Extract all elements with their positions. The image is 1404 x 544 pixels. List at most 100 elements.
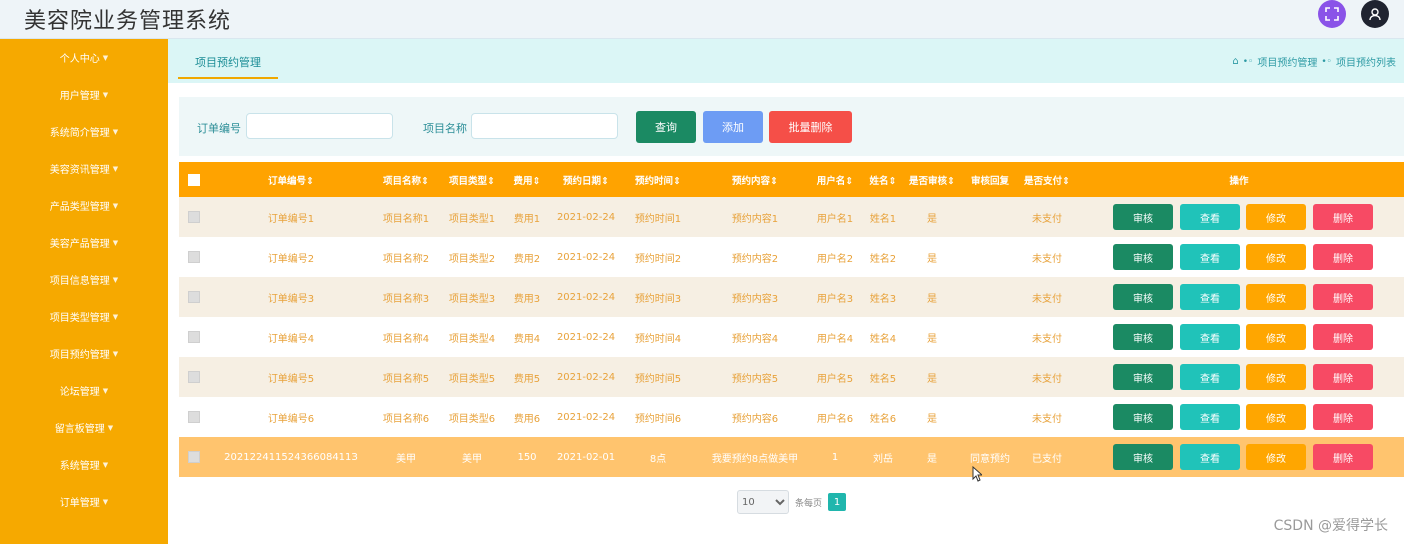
sidebar-item-beauty-products[interactable]: 美容产品管理 ▼ xyxy=(0,224,168,261)
header-audited[interactable]: 是否审核⇕ xyxy=(905,162,959,197)
cell-order-number: 20212241152436608411З xyxy=(224,451,358,463)
sidebar-item-system[interactable]: 系统管理 ▼ xyxy=(0,446,168,483)
sidebar-item-user-management[interactable]: 用户管理 ▼ xyxy=(0,76,168,113)
view-button[interactable]: 查看 xyxy=(1180,204,1240,230)
audit-button[interactable]: 审核 xyxy=(1113,284,1173,310)
expand-icon[interactable] xyxy=(1318,0,1346,28)
view-button[interactable]: 查看 xyxy=(1180,444,1240,470)
header-booking-content[interactable]: 预约内容⇕ xyxy=(695,162,815,197)
delete-button[interactable]: 删除 xyxy=(1313,364,1373,390)
header-order-number[interactable]: 订单编号⇕ xyxy=(219,162,363,197)
per-page-label: 条每页 xyxy=(795,498,823,509)
edit-button[interactable]: 修改 xyxy=(1246,204,1306,230)
page-number-button[interactable]: 1 xyxy=(828,493,847,511)
header-paid[interactable]: 是否支付⇕ xyxy=(1019,162,1075,197)
cell-audited: 是 xyxy=(927,453,937,465)
sidebar-item-project-types[interactable]: 项目类型管理 ▼ xyxy=(0,298,168,335)
sidebar-item-orders[interactable]: 订单管理 ▼ xyxy=(0,483,168,520)
sidebar-item-label: 项目类型管理 xyxy=(49,313,110,324)
header-fee[interactable]: 费用⇕ xyxy=(507,162,547,197)
view-button[interactable]: 查看 xyxy=(1180,324,1240,350)
header-project-type[interactable]: 项目类型⇕ xyxy=(442,162,502,197)
header-project-name[interactable]: 项目名称⇕ xyxy=(376,162,436,197)
chevron-down-icon: ▼ xyxy=(112,349,119,358)
row-checkbox[interactable] xyxy=(187,357,201,397)
cell-name: 姓名2 xyxy=(869,253,897,265)
table-row: 订单编号5 项目名称5 项目类型5 费用5 2021-02-24 预约时间5 预约内容5 用户… xyxy=(179,357,1404,397)
header-name[interactable]: 姓名⇕ xyxy=(865,162,901,197)
cell-project-type: 项目类型5 xyxy=(448,373,496,385)
cell-name: 姓名3 xyxy=(869,293,897,305)
breadcrumb: ⌂ •◦ 项目预约管理 •◦ 项目预约列表 xyxy=(1232,54,1396,69)
breadcrumb-separator-icon: •◦ xyxy=(1242,56,1254,67)
audit-button[interactable]: 审核 xyxy=(1113,204,1173,230)
edit-button[interactable]: 修改 xyxy=(1246,324,1306,350)
query-button[interactable]: 查询 xyxy=(636,111,696,143)
row-checkbox[interactable] xyxy=(187,277,201,317)
delete-button[interactable]: 删除 xyxy=(1313,404,1373,430)
sidebar-item-personal-center[interactable]: 个人中心 ▼ xyxy=(0,39,168,76)
header-username[interactable]: 用户名⇕ xyxy=(811,162,859,197)
edit-button[interactable]: 修改 xyxy=(1246,404,1306,430)
cell-username: 用户名3 xyxy=(816,293,854,305)
row-checkbox[interactable] xyxy=(187,317,201,357)
header-booking-time[interactable]: 预约时间⇕ xyxy=(625,162,691,197)
tab-project-booking[interactable]: 项目预约管理 xyxy=(178,47,278,79)
audit-button[interactable]: 审核 xyxy=(1113,324,1173,350)
audit-button[interactable]: 审核 xyxy=(1113,404,1173,430)
sidebar-item-project-info[interactable]: 项目信息管理 ▼ xyxy=(0,261,168,298)
cell-project-type: 项目类型3 xyxy=(448,293,496,305)
cell-project-name: 项目名称1 xyxy=(382,213,430,225)
row-checkbox[interactable] xyxy=(187,197,201,237)
cell-fee: 150 xyxy=(517,451,537,463)
table-row: 订单编号4 项目名称4 项目类型4 费用4 2021-02-24 预约时间4 预约内容4 用户… xyxy=(179,317,1404,357)
delete-button[interactable]: 删除 xyxy=(1313,324,1373,350)
cell-audit-reply xyxy=(965,397,1015,437)
cell-audit-reply xyxy=(965,197,1015,237)
cell-paid: 未支付 xyxy=(1032,333,1062,345)
select-all-checkbox[interactable] xyxy=(187,162,201,197)
audit-button[interactable]: 审核 xyxy=(1113,244,1173,270)
edit-button[interactable]: 修改 xyxy=(1246,244,1306,270)
cell-audit-reply xyxy=(965,237,1015,277)
user-icon[interactable] xyxy=(1361,0,1389,28)
view-button[interactable]: 查看 xyxy=(1180,284,1240,310)
sidebar-item-project-booking[interactable]: 项目预约管理 ▼ xyxy=(0,335,168,372)
audit-button[interactable]: 审核 xyxy=(1113,364,1173,390)
cell-booking-date: 2021-02-24 xyxy=(556,411,616,423)
breadcrumb-level1[interactable]: 项目预约管理 xyxy=(1257,54,1317,69)
edit-button[interactable]: 修改 xyxy=(1246,444,1306,470)
page-size-select[interactable]: 10 xyxy=(737,490,789,514)
sidebar-item-forum[interactable]: 论坛管理 ▼ xyxy=(0,372,168,409)
delete-button[interactable]: 删除 xyxy=(1313,284,1373,310)
header-booking-date[interactable]: 预约日期⇕ xyxy=(553,162,619,197)
order-number-input[interactable] xyxy=(246,113,393,139)
sidebar-item-product-types[interactable]: 产品类型管理 ▼ xyxy=(0,187,168,224)
sidebar-item-beauty-news[interactable]: 美容资讯管理 ▼ xyxy=(0,150,168,187)
audit-button[interactable]: 审核 xyxy=(1113,444,1173,470)
project-name-input[interactable] xyxy=(471,113,618,139)
row-checkbox[interactable] xyxy=(187,397,201,437)
row-checkbox[interactable] xyxy=(187,237,201,277)
cell-order-number: 订单编号6 xyxy=(267,413,315,425)
home-icon[interactable]: ⌂ xyxy=(1232,56,1238,67)
pagination: 10 条每页 1 xyxy=(737,490,847,514)
delete-button[interactable]: 删除 xyxy=(1313,244,1373,270)
sidebar-item-label: 订单管理 xyxy=(59,498,100,509)
row-checkbox[interactable] xyxy=(187,437,201,477)
cell-booking-time: 预约时间4 xyxy=(634,333,682,345)
edit-button[interactable]: 修改 xyxy=(1246,284,1306,310)
edit-button[interactable]: 修改 xyxy=(1246,364,1306,390)
add-button[interactable]: 添加 xyxy=(703,111,763,143)
watermark: CSDN @爱得学长 xyxy=(1273,518,1388,534)
chevron-down-icon: ▼ xyxy=(112,275,119,284)
batch-delete-button[interactable]: 批量删除 xyxy=(769,111,852,143)
cell-project-type: 项目类型4 xyxy=(448,333,496,345)
sidebar-item-message-board[interactable]: 留言板管理 ▼ xyxy=(0,409,168,446)
view-button[interactable]: 查看 xyxy=(1180,364,1240,390)
delete-button[interactable]: 删除 xyxy=(1313,204,1373,230)
view-button[interactable]: 查看 xyxy=(1180,404,1240,430)
delete-button[interactable]: 删除 xyxy=(1313,444,1373,470)
sidebar-item-system-intro[interactable]: 系统简介管理 ▼ xyxy=(0,113,168,150)
view-button[interactable]: 查看 xyxy=(1180,244,1240,270)
